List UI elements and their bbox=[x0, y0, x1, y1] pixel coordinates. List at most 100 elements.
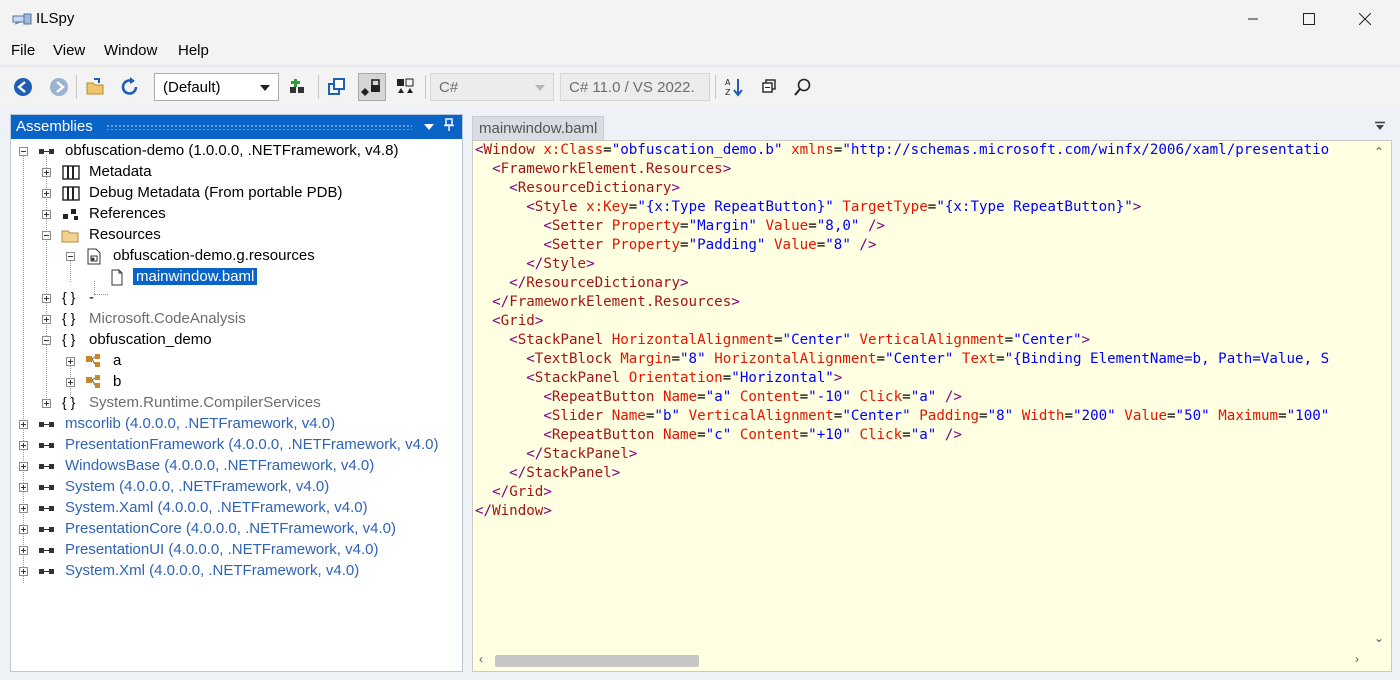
tree-item-windowsbase[interactable]: WindowsBase (4.0.0.0, .NETFramework, v4.… bbox=[11, 456, 451, 477]
menu-window[interactable]: Window bbox=[104, 42, 157, 59]
menu-view[interactable]: View bbox=[53, 42, 85, 59]
horizontal-scroll-thumb[interactable] bbox=[495, 655, 699, 667]
chevron-down-icon[interactable] bbox=[424, 124, 434, 130]
tree-item-label: References bbox=[89, 205, 166, 222]
tree-item-presentationcore[interactable]: PresentationCore (4.0.0.0, .NETFramework… bbox=[11, 519, 451, 540]
scroll-down-icon[interactable]: ⌄ bbox=[1374, 631, 1384, 645]
expand-toggle[interactable] bbox=[66, 357, 75, 366]
collapse-toggle[interactable] bbox=[66, 252, 75, 261]
sort-button[interactable]: AZ bbox=[720, 73, 748, 101]
code-line: </StackPanel> bbox=[509, 465, 621, 481]
expand-toggle[interactable] bbox=[42, 399, 51, 408]
language-combo[interactable]: C# bbox=[430, 73, 554, 101]
tree-item-label: WindowsBase (4.0.0.0, .NETFramework, v4.… bbox=[65, 457, 375, 474]
language-version-combo[interactable]: C# 11.0 / VS 2022. bbox=[560, 73, 710, 101]
expand-toggle[interactable] bbox=[42, 294, 51, 303]
tree-item-debug-metadata[interactable]: Debug Metadata (From portable PDB) bbox=[11, 183, 451, 204]
reload-button[interactable] bbox=[116, 73, 144, 101]
close-icon bbox=[1359, 13, 1371, 25]
code-line: </Grid> bbox=[492, 484, 552, 500]
tree-item-mainwindow-baml[interactable]: mainwindow.baml bbox=[11, 267, 451, 288]
expand-toggle[interactable] bbox=[19, 567, 28, 576]
expand-toggle[interactable] bbox=[42, 210, 51, 219]
assembly-list-combo[interactable]: (Default) bbox=[154, 73, 279, 101]
expand-toggle[interactable] bbox=[19, 420, 28, 429]
minimize-button[interactable] bbox=[1230, 0, 1276, 38]
tree-item-g-resources[interactable]: obfuscation-demo.g.resources bbox=[11, 246, 451, 267]
header-grip bbox=[106, 124, 412, 130]
horizontal-scrollbar[interactable]: ‹ › bbox=[473, 649, 1371, 671]
tree-item-label: obfuscation_demo bbox=[89, 331, 212, 348]
toolbar-separator bbox=[318, 75, 319, 99]
tab-list-dropdown[interactable] bbox=[1374, 120, 1386, 134]
assembly-icon bbox=[39, 464, 54, 469]
menu-help[interactable]: Help bbox=[178, 42, 209, 59]
collapse-toggle[interactable] bbox=[19, 147, 28, 156]
tree-item-system[interactable]: System (4.0.0.0, .NETFramework, v4.0) bbox=[11, 477, 451, 498]
expand-toggle[interactable] bbox=[42, 168, 51, 177]
tree-item-resources[interactable]: Resources bbox=[11, 225, 451, 246]
tab-mainwindow-baml[interactable]: mainwindow.baml bbox=[472, 116, 604, 140]
tree-item-compilerservices[interactable]: { } System.Runtime.CompilerServices bbox=[11, 393, 451, 414]
collapse-toggle[interactable] bbox=[42, 231, 51, 240]
show-all-members-button[interactable] bbox=[392, 73, 420, 101]
tree-item-label: System.Runtime.CompilerServices bbox=[89, 394, 321, 411]
collapse-toggle[interactable] bbox=[42, 336, 51, 345]
tree-item-presentationui[interactable]: PresentationUI (4.0.0.0, .NETFramework, … bbox=[11, 540, 451, 561]
maximize-button[interactable] bbox=[1286, 0, 1332, 38]
tree-item-system-xaml[interactable]: System.Xaml (4.0.0.0, .NETFramework, v4.… bbox=[11, 498, 451, 519]
add-assembly-button[interactable] bbox=[284, 73, 312, 101]
toolbar-separator bbox=[425, 75, 426, 99]
expand-toggle[interactable] bbox=[19, 441, 28, 450]
close-button[interactable] bbox=[1342, 0, 1388, 38]
code-line: <Setter Property="Margin" Value="8,0" /> bbox=[543, 218, 886, 234]
open-folder-icon bbox=[86, 78, 104, 95]
tree-item-presentationframework[interactable]: PresentationFramework (4.0.0.0, .NETFram… bbox=[11, 435, 451, 456]
code-line: </StackPanel> bbox=[526, 446, 638, 462]
scroll-up-icon[interactable]: ⌃ bbox=[1374, 145, 1384, 159]
sync-tree-icon bbox=[328, 78, 345, 95]
tree-item-namespace-empty[interactable]: { } - bbox=[11, 288, 451, 309]
tree-item-obfuscation-demo-namespace[interactable]: { } obfuscation_demo bbox=[11, 330, 451, 351]
tree-item-class-a[interactable]: a bbox=[11, 351, 451, 372]
code-line: <RepeatButton Name="a" Content="-10" Cli… bbox=[543, 389, 962, 405]
expand-toggle[interactable] bbox=[19, 462, 28, 471]
tree-item-microsoft-codeanalysis[interactable]: { } Microsoft.CodeAnalysis bbox=[11, 309, 451, 330]
maximize-icon bbox=[1303, 13, 1315, 25]
tree-item-label: System.Xaml (4.0.0.0, .NETFramework, v4.… bbox=[65, 499, 368, 516]
expand-toggle[interactable] bbox=[42, 315, 51, 324]
tree-item-class-b[interactable]: b bbox=[11, 372, 451, 393]
vertical-scrollbar[interactable]: ⌃ ⌄ bbox=[1369, 141, 1391, 671]
tab-label: mainwindow.baml bbox=[479, 120, 598, 137]
search-button[interactable] bbox=[789, 73, 817, 101]
show-public-only-button[interactable] bbox=[358, 73, 386, 101]
tree-item-metadata[interactable]: Metadata bbox=[11, 162, 451, 183]
expand-toggle[interactable] bbox=[19, 525, 28, 534]
namespace-icon: { } bbox=[62, 310, 76, 326]
tree-item-system-xml[interactable]: System.Xml (4.0.0.0, .NETFramework, v4.0… bbox=[11, 561, 451, 582]
scroll-right-icon[interactable]: › bbox=[1355, 652, 1359, 666]
forward-button[interactable] bbox=[45, 73, 73, 101]
decompiler-panel: mainwindow.baml <Window x:Class="obfusca… bbox=[472, 114, 1392, 672]
tree-item-label: Microsoft.CodeAnalysis bbox=[89, 310, 246, 327]
tree-item-references[interactable]: References bbox=[11, 204, 451, 225]
namespace-icon: { } bbox=[62, 331, 76, 347]
pin-icon[interactable] bbox=[444, 118, 454, 135]
chevron-down-icon bbox=[1375, 121, 1385, 130]
add-assembly-icon bbox=[290, 79, 304, 93]
tree-item-mscorlib[interactable]: mscorlib (4.0.0.0, .NETFramework, v4.0) bbox=[11, 414, 451, 435]
expand-toggle[interactable] bbox=[19, 504, 28, 513]
menu-file[interactable]: File bbox=[11, 42, 35, 59]
code-line: <Window x:Class="obfuscation_demo.b" xml… bbox=[475, 142, 1330, 158]
sync-tree-button[interactable] bbox=[323, 73, 351, 101]
scroll-left-icon[interactable]: ‹ bbox=[479, 652, 483, 666]
expand-toggle[interactable] bbox=[19, 483, 28, 492]
code-editor[interactable]: <Window x:Class="obfuscation_demo.b" xml… bbox=[472, 140, 1392, 672]
expand-toggle[interactable] bbox=[42, 189, 51, 198]
back-button[interactable] bbox=[9, 73, 37, 101]
expand-toggle[interactable] bbox=[19, 546, 28, 555]
collapse-all-button[interactable] bbox=[755, 73, 783, 101]
expand-toggle[interactable] bbox=[66, 378, 75, 387]
open-button[interactable] bbox=[82, 73, 110, 101]
tree-item-obfuscation-demo[interactable]: obfuscation-demo (1.0.0.0, .NETFramework… bbox=[11, 141, 451, 162]
